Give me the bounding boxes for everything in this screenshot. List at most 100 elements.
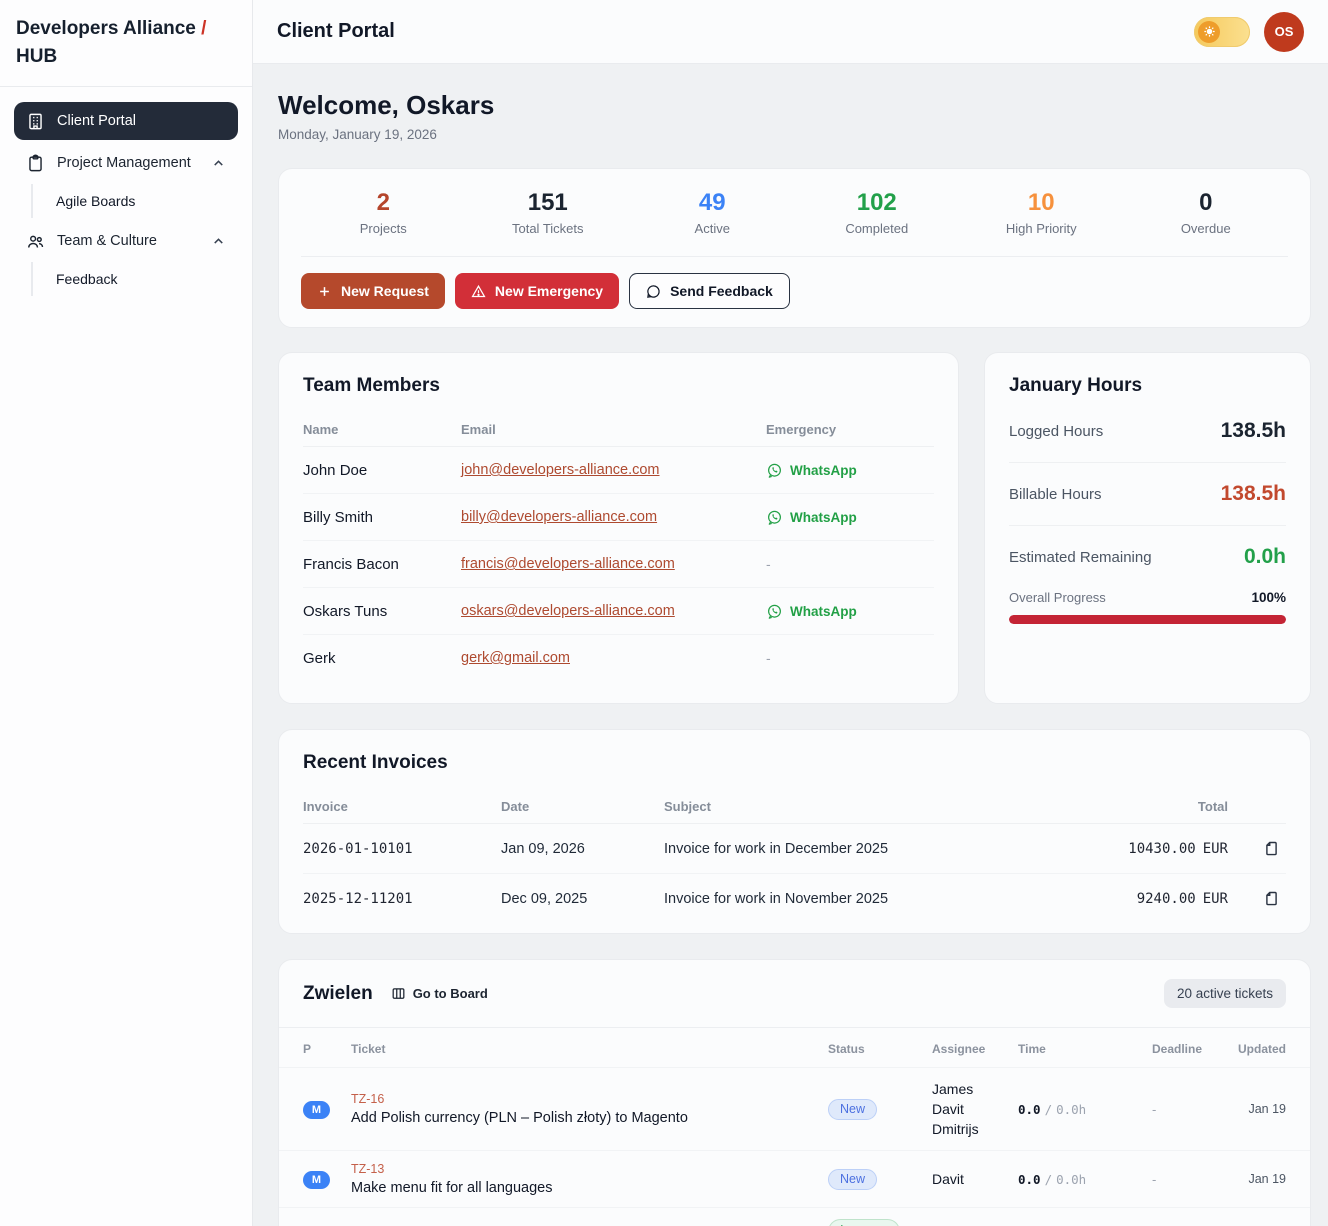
- invoice-document-icon[interactable]: [1263, 890, 1280, 907]
- sidebar-item-client-portal[interactable]: Client Portal: [14, 102, 238, 140]
- theme-toggle[interactable]: [1194, 17, 1250, 47]
- col-time: Time: [1018, 1042, 1152, 1056]
- progress-percent: 100%: [1251, 590, 1286, 605]
- member-email-link[interactable]: billy@developers-alliance.com: [461, 509, 766, 525]
- whatsapp-label: WhatsApp: [790, 463, 857, 478]
- status-badge: New: [828, 1099, 877, 1120]
- invoice-currency: EUR: [1203, 891, 1228, 907]
- recent-invoices-title: Recent Invoices: [303, 752, 1286, 774]
- time-spent: 0.0: [1018, 1172, 1041, 1187]
- chevron-up-icon[interactable]: [211, 234, 226, 249]
- priority-badge: M: [303, 1171, 330, 1189]
- whatsapp-label: WhatsApp: [790, 604, 857, 619]
- time-total: 0.0h: [1056, 1102, 1086, 1117]
- hours-row: Billable Hours 138.5h: [1009, 463, 1286, 526]
- ticket-row[interactable]: M TZ-13 Make menu fit for all languages …: [279, 1151, 1310, 1208]
- brand: Developers Alliance / HUB: [0, 0, 252, 87]
- stat-value: 151: [466, 189, 631, 217]
- hours-row: Estimated Remaining 0.0h: [1009, 526, 1286, 588]
- whatsapp-link[interactable]: WhatsApp: [766, 462, 934, 479]
- invoice-amount: 10430.00: [1128, 841, 1195, 857]
- quick-actions: New Request New Emergency Send Feedback: [301, 257, 1288, 309]
- sidebar-item-agile-boards[interactable]: Agile Boards: [31, 184, 238, 218]
- sidebar-item-label: Agile Boards: [56, 193, 135, 209]
- plus-icon: [317, 284, 332, 299]
- january-hours-title: January Hours: [1009, 375, 1286, 397]
- invoice-document-icon[interactable]: [1263, 840, 1280, 857]
- avatar[interactable]: OS: [1264, 12, 1304, 52]
- whatsapp-icon: [766, 603, 783, 620]
- new-request-button[interactable]: New Request: [301, 273, 445, 309]
- table-row: 2025-12-11201 Dec 09, 2025 Invoice for w…: [303, 874, 1286, 923]
- member-email-link[interactable]: oskars@developers-alliance.com: [461, 603, 766, 619]
- board-table-header: P Ticket Status Assignee Time Deadline U…: [279, 1028, 1310, 1068]
- page-title: Client Portal: [277, 20, 395, 43]
- ticket-row[interactable]: M Tier Price Functionality In Progress J…: [279, 1208, 1310, 1226]
- sidebar-item-feedback[interactable]: Feedback: [31, 262, 238, 296]
- go-to-board-link[interactable]: Go to Board: [391, 986, 488, 1001]
- emergency-empty: -: [766, 650, 934, 666]
- table-row: Francis Bacon francis@developers-allianc…: [303, 541, 934, 588]
- brand-line1: Developers Alliance: [16, 18, 196, 39]
- member-email-link[interactable]: gerk@gmail.com: [461, 650, 766, 666]
- whatsapp-icon: [766, 462, 783, 479]
- time-cell: 0.0 / 0.0h: [1018, 1102, 1152, 1117]
- time-cell: 0.0 / 0.0h: [1018, 1172, 1152, 1187]
- building-icon: [26, 112, 45, 131]
- brand-slash: /: [201, 18, 206, 39]
- ticket-code[interactable]: TZ-13: [351, 1162, 828, 1176]
- invoice-amount: 9240.00: [1137, 891, 1196, 907]
- board-header: Zwielen Go to Board 20 active tickets: [279, 960, 1310, 1028]
- whatsapp-link[interactable]: WhatsApp: [766, 603, 934, 620]
- project-board-card: Zwielen Go to Board 20 active tickets P …: [278, 959, 1311, 1226]
- team-members-card: Team Members Name Email Emergency John D…: [278, 352, 959, 704]
- table-row: Oskars Tuns oskars@developers-alliance.c…: [303, 588, 934, 635]
- table-row: John Doe john@developers-alliance.com Wh…: [303, 447, 934, 494]
- stat-value: 10: [959, 189, 1124, 217]
- hours-label: Billable Hours: [1009, 486, 1102, 503]
- invoice-number: 2026-01-10101: [303, 841, 501, 857]
- stat-total-tickets: 151 Total Tickets: [466, 189, 631, 236]
- hours-label: Logged Hours: [1009, 423, 1103, 440]
- ticket-row[interactable]: M TZ-16 Add Polish currency (PLN – Polis…: [279, 1068, 1310, 1151]
- invoice-date: Jan 09, 2026: [501, 841, 664, 857]
- deadline: -: [1152, 1172, 1226, 1187]
- invoice-subject: Invoice for work in November 2025: [664, 891, 1060, 907]
- welcome-date: Monday, January 19, 2026: [278, 127, 1311, 142]
- warning-icon: [471, 284, 486, 299]
- assignee: James: [932, 1079, 1018, 1099]
- new-emergency-label: New Emergency: [495, 283, 603, 299]
- people-icon: [26, 232, 45, 251]
- sidebar-item-project-management[interactable]: Project Management: [14, 144, 238, 182]
- sidebar-item-label: Team & Culture: [57, 233, 157, 249]
- new-emergency-button[interactable]: New Emergency: [455, 273, 619, 309]
- updated-date: Jan 19: [1226, 1172, 1286, 1186]
- col-priority: P: [303, 1042, 351, 1056]
- whatsapp-link[interactable]: WhatsApp: [766, 509, 934, 526]
- status-badge: New: [828, 1169, 877, 1190]
- clipboard-icon: [26, 154, 45, 173]
- col-ticket: Ticket: [351, 1042, 828, 1056]
- col-updated: Updated: [1226, 1042, 1286, 1056]
- january-hours-card: January Hours Logged Hours 138.5h Billab…: [984, 352, 1311, 704]
- member-name: Oskars Tuns: [303, 603, 461, 620]
- ticket-title[interactable]: Add Polish currency (PLN – Polish złoty)…: [351, 1110, 828, 1126]
- time-spent: 0.0: [1018, 1102, 1041, 1117]
- col-status: Status: [828, 1042, 932, 1056]
- member-email-link[interactable]: john@developers-alliance.com: [461, 462, 766, 478]
- assignee-list: James Davit Dmitrijs: [932, 1079, 1018, 1139]
- overall-progress-row: Overall Progress 100%: [1009, 588, 1286, 605]
- time-total: 0.0h: [1056, 1172, 1086, 1187]
- assignee-list: Davit: [932, 1169, 1018, 1189]
- stat-label: Completed: [795, 221, 960, 236]
- member-email-link[interactable]: francis@developers-alliance.com: [461, 556, 766, 572]
- ticket-title[interactable]: Make menu fit for all languages: [351, 1180, 828, 1196]
- send-feedback-button[interactable]: Send Feedback: [629, 273, 790, 309]
- chevron-up-icon[interactable]: [211, 156, 226, 171]
- invoice-number: 2025-12-11201: [303, 891, 501, 907]
- ticket-code[interactable]: TZ-16: [351, 1092, 828, 1106]
- sidebar-item-team-culture[interactable]: Team & Culture: [14, 222, 238, 260]
- deadline: -: [1152, 1102, 1226, 1117]
- active-tickets-badge: 20 active tickets: [1164, 979, 1286, 1008]
- stat-label: Projects: [301, 221, 466, 236]
